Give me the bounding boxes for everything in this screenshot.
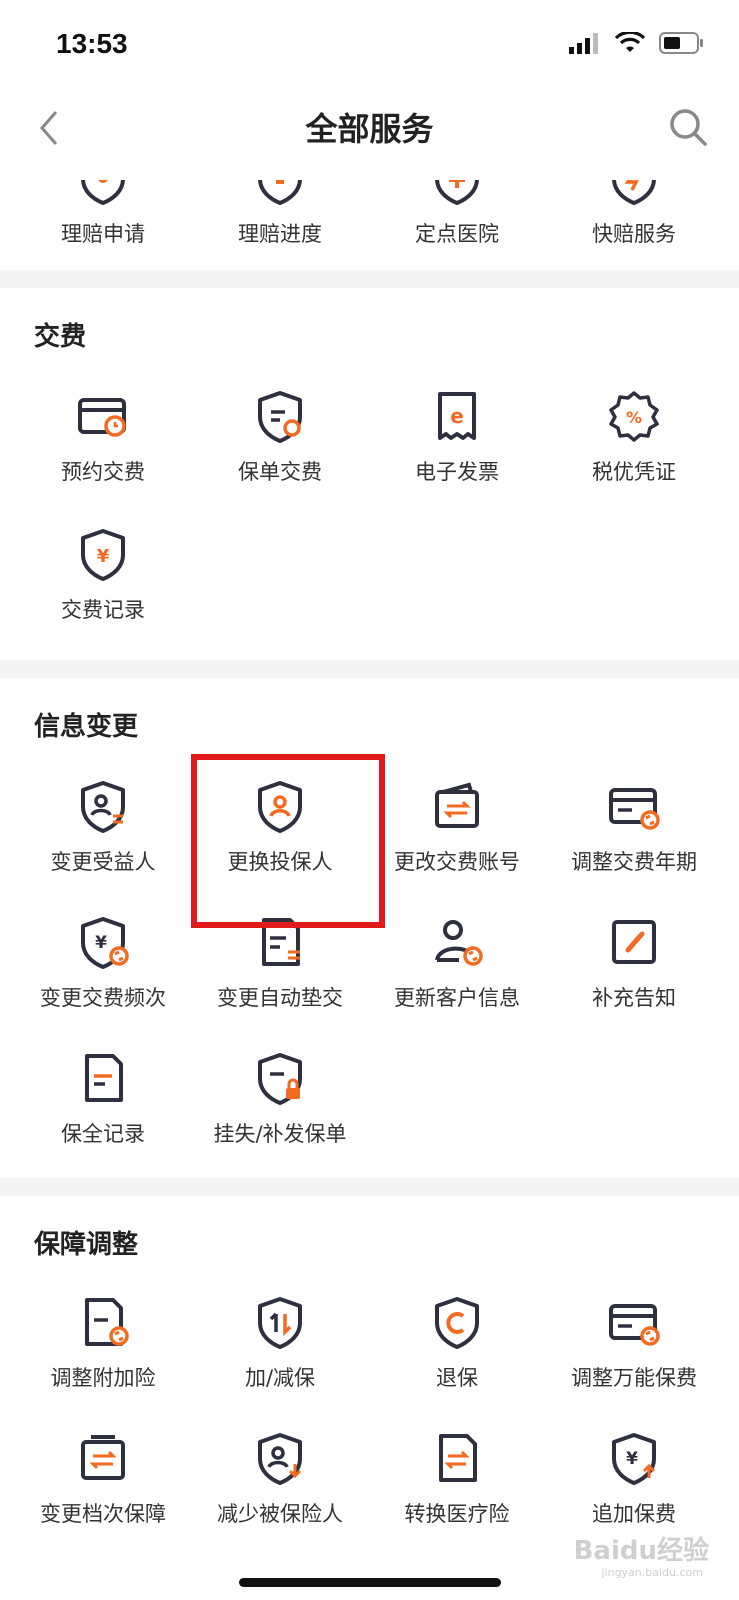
section-title-coverage-adjust: 保障调整 [34, 1230, 139, 1260]
add-premium-icon: ¥ [606, 1430, 662, 1486]
service-item[interactable]: 挂失/补发保单 [191, 1050, 369, 1148]
service-item[interactable]: 调整附加险 [14, 1294, 192, 1392]
status-bar: 13:53 [0, 0, 739, 90]
search-icon[interactable] [667, 106, 709, 148]
e-invoice-icon: e [438, 392, 476, 440]
svg-text:%: % [626, 408, 642, 427]
service-item[interactable]: 预约交费 [14, 388, 192, 486]
service-item[interactable]: 更新客户信息 [368, 914, 546, 1012]
supplement-notice-icon [612, 920, 656, 964]
page-title: 全部服务 [305, 110, 434, 148]
service-item[interactable]: 保单交费 [191, 388, 369, 486]
fast-claim-icon [606, 150, 662, 206]
section-separator [0, 1178, 739, 1196]
hospital-icon [429, 150, 485, 206]
claim-apply-icon [75, 150, 131, 206]
reduce-insured-icon [252, 1430, 308, 1486]
watermark: Baidu经验 [573, 1536, 709, 1566]
svg-text:¥: ¥ [97, 546, 110, 567]
section-separator [0, 270, 739, 288]
service-item[interactable]: 更改交费账号 [368, 778, 546, 876]
change-account-icon [435, 782, 479, 828]
service-item[interactable]: 退保 [368, 1294, 546, 1392]
tax-voucher-icon: % [609, 391, 659, 442]
service-item[interactable]: 快赔服务 [545, 150, 723, 248]
adjust-term-icon [606, 778, 662, 834]
section-title-info-change: 信息变更 [34, 712, 139, 742]
section-separator [0, 660, 739, 678]
increase-decrease-icon [252, 1294, 308, 1350]
change-beneficiary-icon [75, 778, 131, 834]
change-frequency-icon: ¥ [75, 914, 131, 970]
policy-payment-icon [252, 388, 308, 444]
svg-text:¥: ¥ [95, 933, 107, 953]
service-item[interactable]: 减少被保险人 [191, 1430, 369, 1528]
lost-policy-icon [252, 1050, 308, 1106]
service-item[interactable]: % 税优凭证 [545, 388, 723, 486]
highlight-box [191, 754, 385, 928]
service-item[interactable]: 定点医院 [368, 150, 546, 248]
preservation-record-icon [75, 1050, 131, 1106]
claim-progress-icon [252, 150, 308, 206]
service-item[interactable]: 加/减保 [191, 1294, 369, 1392]
scheduled-payment-icon [75, 388, 131, 437]
svg-text:e: e [450, 404, 464, 428]
payment-record-icon: ¥ [75, 526, 131, 582]
service-item[interactable]: ¥ 变更交费频次 [14, 914, 192, 1012]
service-item[interactable]: 调整交费年期 [545, 778, 723, 876]
surrender-icon [429, 1294, 485, 1350]
service-item[interactable]: 理赔进度 [191, 150, 369, 248]
service-item[interactable]: 变更档次保障 [14, 1430, 192, 1528]
status-icons [569, 32, 705, 54]
service-item[interactable]: 变更受益人 [14, 778, 192, 876]
svg-text:¥: ¥ [626, 1449, 638, 1469]
service-item[interactable]: 转换医疗险 [368, 1430, 546, 1528]
section-title-payment: 交费 [34, 322, 87, 352]
adjust-rider-icon [75, 1294, 131, 1350]
service-item[interactable]: 补充告知 [545, 914, 723, 1012]
home-indicator[interactable] [239, 1578, 501, 1587]
service-item[interactable]: 变更自动垫交 [191, 914, 369, 1012]
adjust-universal-icon [606, 1294, 662, 1350]
service-item[interactable]: 保全记录 [14, 1050, 192, 1148]
watermark-url: jingyan.baidu.com [601, 1566, 703, 1579]
change-tier-icon [81, 1435, 125, 1480]
update-customer-icon [435, 920, 485, 970]
service-item[interactable]: ¥ 交费记录 [14, 526, 192, 624]
battery-icon [659, 32, 703, 54]
service-item[interactable]: 理赔申请 [14, 150, 192, 248]
convert-medical-icon [429, 1430, 485, 1486]
signal-icon [569, 33, 598, 54]
service-item[interactable]: 调整万能保费 [545, 1294, 723, 1392]
service-item[interactable]: ¥ 追加保费 [545, 1430, 723, 1528]
status-time: 13:53 [56, 28, 128, 59]
service-item[interactable]: e 电子发票 [368, 388, 546, 486]
wifi-icon [615, 32, 645, 52]
